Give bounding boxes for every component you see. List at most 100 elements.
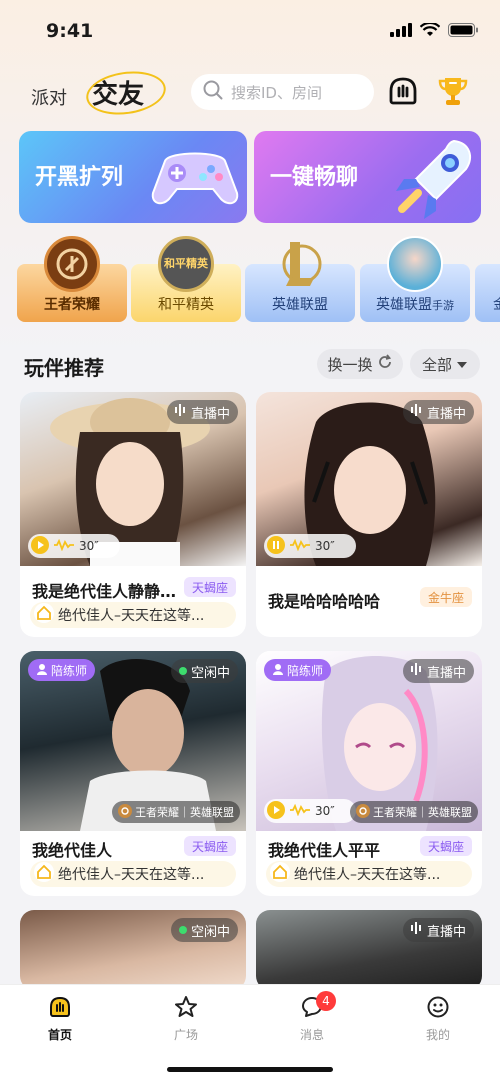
game-league-mobile[interactable]: 英雄联盟手游 (360, 236, 470, 322)
player-card[interactable]: 直播中 (256, 910, 482, 990)
house-icon (34, 862, 54, 886)
tab-friend[interactable]: 交友 (83, 66, 169, 120)
player-photo: 陪练师 空闲中 王者荣耀｜英雄联盟 (20, 651, 246, 831)
waveform-icon (289, 538, 311, 554)
status-badge: 空闲中 (170, 918, 238, 942)
refresh-label: 换一换 (327, 355, 373, 374)
search-placeholder: 搜索ID、房间 (231, 83, 322, 102)
live-bars-icon (410, 922, 423, 938)
status-badge: 直播中 (166, 400, 238, 424)
search-input[interactable]: 搜索ID、房间 (191, 74, 374, 110)
player-photo: 直播中 30″ (20, 392, 246, 566)
tab-party[interactable]: 派对 (31, 84, 67, 110)
tab-plaza[interactable]: 广场 (146, 995, 226, 1043)
top-header: 派对 交友 搜索ID、房间 (0, 66, 500, 120)
tab-home-label: 首页 (47, 1028, 72, 1042)
player-bio: 绝代佳人–天天在这等... (266, 861, 472, 887)
battery-icon (448, 22, 478, 41)
refresh-icon (377, 354, 393, 374)
game-peace-elite-label: 和平精英 (158, 297, 214, 313)
player-name: 我是哈哈哈哈哈 (268, 592, 381, 611)
home-icon (48, 996, 72, 1022)
tab-mine[interactable]: 我的 (398, 995, 478, 1043)
player-photo: 陪练师 直播中 30″ 王者荣耀｜英雄联盟 (256, 651, 482, 831)
unread-badge: 4 (316, 991, 336, 1011)
room-icon[interactable] (386, 74, 420, 108)
status-bar: 9:41 (0, 0, 500, 64)
live-bars-icon (410, 404, 423, 420)
star-icon (174, 996, 198, 1022)
status-badge: 直播中 (402, 918, 474, 942)
status-time: 9:41 (46, 20, 94, 42)
online-dot-icon (178, 923, 187, 938)
voice-duration: 30″ (315, 804, 335, 818)
live-bars-icon (174, 404, 187, 420)
section-title: 玩伴推荐 (24, 356, 104, 380)
banner-team-up-label: 开黑扩列 (35, 165, 124, 190)
search-icon (203, 80, 223, 104)
voice-intro-button[interactable]: 30″ (264, 534, 356, 558)
trophy-icon[interactable] (436, 74, 470, 108)
zodiac-badge: 金牛座 (419, 587, 472, 607)
player-photo: 直播中 (256, 910, 482, 990)
game-league-of-legends[interactable]: 英雄联盟 (245, 242, 355, 322)
tab-home[interactable]: 首页 (20, 995, 100, 1043)
waveform-icon (53, 538, 75, 554)
player-name: 我绝代佳人平平 (268, 841, 381, 860)
player-bio: 绝代佳人–天天在这等... (30, 861, 236, 887)
refresh-button[interactable]: 换一换 (317, 349, 403, 379)
player-card[interactable]: 直播中 30″ 我是绝代佳人静静… 天蝎座 绝代佳人–天天在这等... (20, 392, 246, 637)
league-mobile-avatar-icon (387, 236, 443, 292)
coach-badge: 陪练师 (28, 659, 96, 681)
player-card[interactable]: 陪练师 空闲中 王者荣耀｜英雄联盟 我绝代佳人 天蝎座 绝代佳人–天天在这等..… (20, 651, 246, 896)
voice-duration: 30″ (79, 539, 99, 553)
caret-down-icon (456, 355, 468, 373)
status-badge: 直播中 (402, 659, 474, 683)
player-name: 我绝代佳人 (32, 841, 113, 860)
peace-elite-icon: 和平精英 (158, 236, 214, 292)
coach-badge: 陪练师 (264, 659, 332, 681)
user-icon (36, 663, 48, 678)
home-indicator (167, 1067, 333, 1072)
waveform-icon (289, 803, 311, 819)
chat-bubble-icon (300, 997, 324, 1022)
house-icon (270, 862, 290, 886)
wifi-icon (419, 21, 441, 41)
voice-intro-button[interactable]: 30″ (28, 534, 120, 558)
live-bars-icon (410, 663, 423, 679)
game-more[interactable]: 金 (475, 264, 500, 322)
game-tag: 王者荣耀｜英雄联盟 (350, 801, 478, 823)
rocket-icon (384, 135, 480, 223)
status-badge: 空闲中 (170, 659, 238, 683)
player-name: 我是绝代佳人静静… (32, 582, 177, 601)
filter-dropdown[interactable]: 全部 (410, 349, 480, 379)
honor-of-kings-icon (118, 803, 132, 821)
tab-messages[interactable]: 4 消息 (272, 991, 352, 1043)
game-peace-elite[interactable]: 和平精英 和平精英 (131, 236, 241, 322)
online-dot-icon (178, 664, 187, 679)
pause-icon (267, 535, 285, 557)
banner-quick-chat[interactable]: 一键畅聊 (254, 131, 481, 223)
voice-intro-button[interactable]: 30″ (264, 799, 356, 823)
zodiac-badge: 天蝎座 (183, 577, 236, 597)
zodiac-badge: 天蝎座 (419, 836, 472, 856)
honor-of-kings-icon (356, 803, 370, 821)
gamepad-icon (147, 141, 243, 219)
status-badge: 直播中 (402, 400, 474, 424)
player-card[interactable]: 空闲中 (20, 910, 246, 990)
active-tab-ring (83, 66, 169, 120)
play-icon (267, 800, 285, 822)
game-league-of-legends-label: 英雄联盟 (272, 297, 328, 313)
game-honor-of-kings-label: 王者荣耀 (44, 297, 100, 313)
player-photo: 直播中 30″ (256, 392, 482, 566)
user-icon (272, 663, 284, 678)
game-honor-of-kings[interactable]: 王者荣耀 (17, 236, 127, 322)
game-more-label: 金 (475, 294, 500, 314)
banner-team-up[interactable]: 开黑扩列 (19, 131, 247, 223)
zodiac-badge: 天蝎座 (183, 836, 236, 856)
player-card[interactable]: 陪练师 直播中 30″ 王者荣耀｜英雄联盟 我绝代佳人平平 天蝎座 绝代佳人–天… (256, 651, 482, 896)
player-bio: 绝代佳人–天天在这等... (30, 602, 236, 628)
player-photo: 空闲中 (20, 910, 246, 990)
player-card[interactable]: 直播中 30″ 我是哈哈哈哈哈 金牛座 (256, 392, 482, 637)
tab-messages-label: 消息 (299, 1028, 324, 1042)
